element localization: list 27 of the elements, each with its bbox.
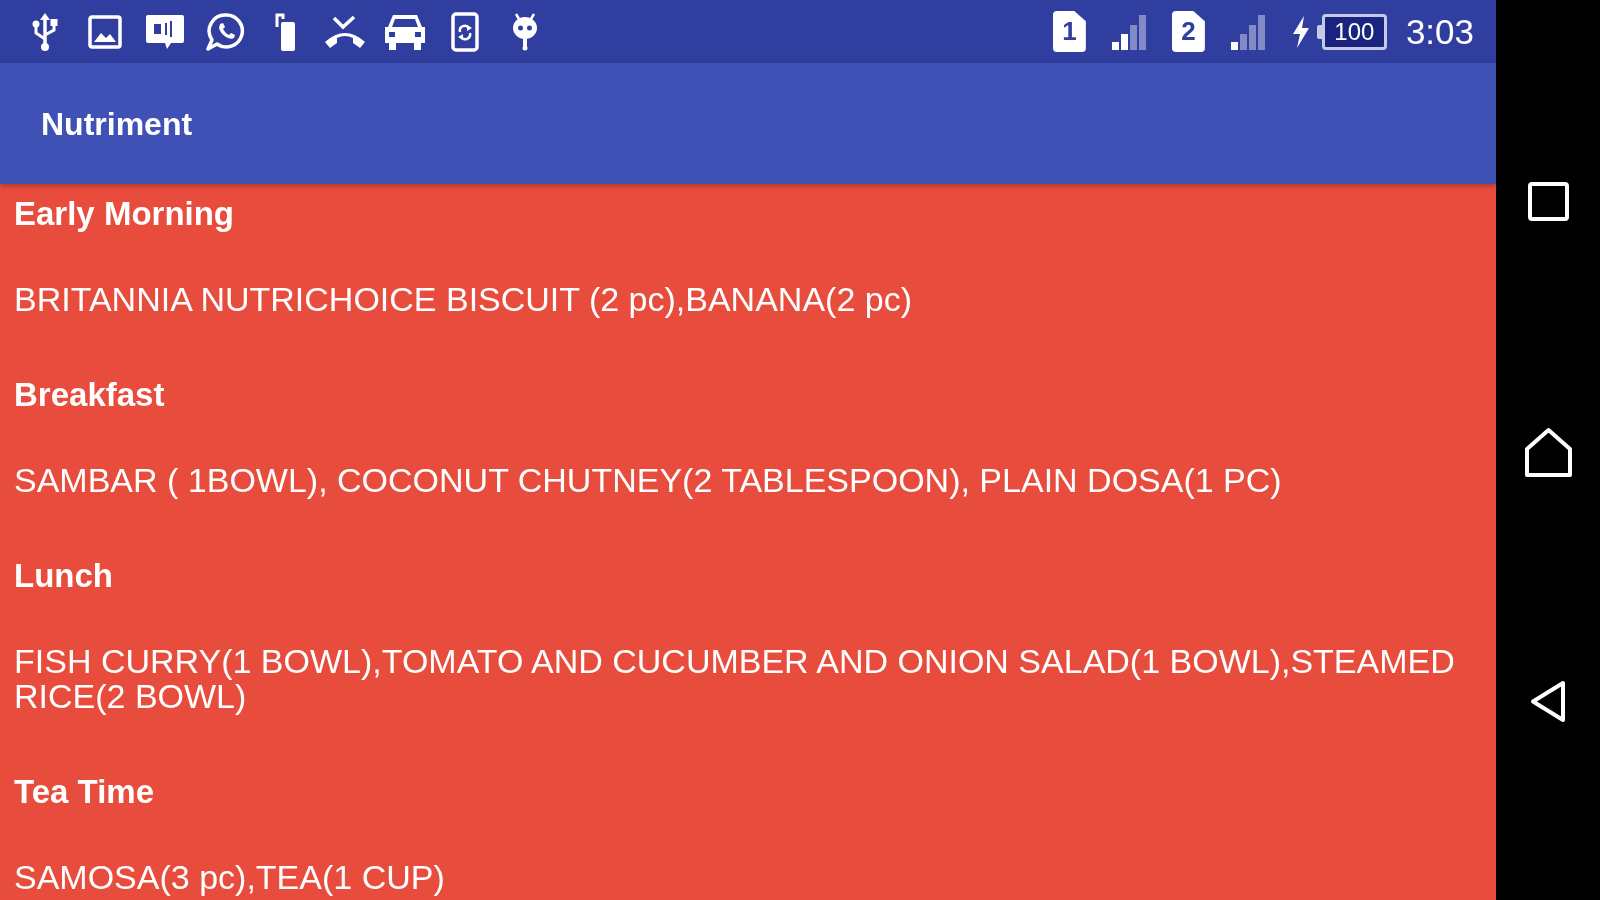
meal-items: SAMOSA(3 pc),TEA(1 CUP): [14, 860, 446, 895]
robot-head-icon: [510, 11, 540, 52]
sim-indicator: 2: [1171, 11, 1205, 52]
chat-bubble-icon: [145, 13, 185, 50]
phone-bubble-icon: [205, 11, 245, 52]
missed-call-icon: [324, 14, 366, 49]
meal-heading: Tea Time: [14, 772, 155, 812]
phone-sync-icon: [451, 11, 479, 52]
back-icon[interactable]: [1530, 680, 1566, 723]
signal-icon: [1110, 12, 1149, 51]
recents-icon[interactable]: [1527, 182, 1569, 221]
meal-items: BRITANNIA NUTRICHOICE BISCUIT (2 pc),BANANA(2 pc): [14, 282, 913, 317]
meal-heading: Early Morning: [14, 194, 236, 234]
signal-icon: [1229, 12, 1268, 51]
meal-heading: Lunch: [14, 556, 114, 596]
clock-time: 3:03: [1405, 11, 1474, 52]
image-icon: [88, 14, 122, 49]
sim-indicator: 1: [1052, 11, 1086, 52]
battery-indicator: 100: [1316, 13, 1387, 50]
meal-items: SAMBAR ( 1BOWL), COCONUT CHUTNEY(2 TABLESPOON), PLAIN DOSA(1 PC): [14, 463, 1283, 498]
app-title: Nutriment: [41, 104, 193, 144]
car-front-icon: [383, 12, 427, 51]
mobile-device-icon: [273, 11, 297, 52]
usb-icon: [30, 11, 60, 52]
meal-items: FISH CURRY(1 BOWL),TOMATO AND CUCUMBER AND ONION SALAD(1 BOWL),STEAMED RICE(2 BOWL): [14, 644, 1456, 714]
home-icon[interactable]: [1523, 427, 1573, 478]
meal-heading: Breakfast: [14, 375, 166, 415]
